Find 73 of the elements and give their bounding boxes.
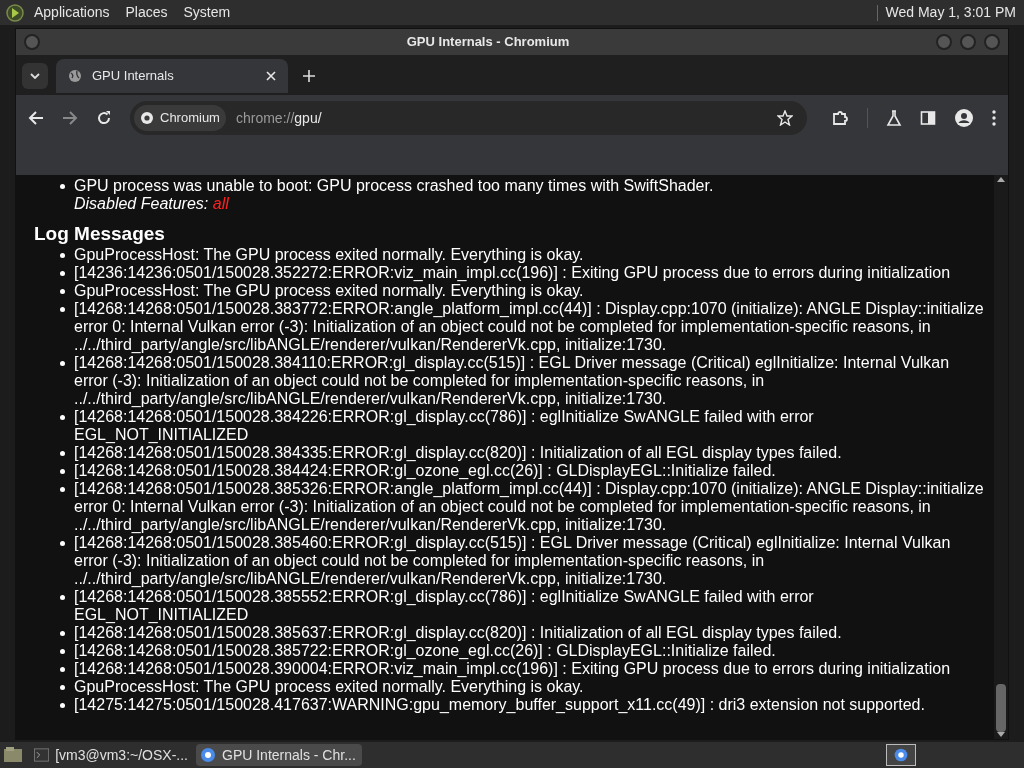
log-message: [14268:14268:0501/150028.385460:ERROR:gl_display.cc(515)] : EGL Driver message (Critical) eglInitialize: Internal Vulkan error (-3): Initialization of an object could not be completed for implementation-specific reasons, in ../../third_party/angle/src/libANGLE/renderer/vulkan/RendererVk.cpp, initialize:1730. <box>74 534 951 587</box>
log-message: [14268:14268:0501/150028.385637:ERROR:gl_display.cc(820)] : Initialization of all EGL display types failed. <box>74 624 842 641</box>
bullet-icon <box>60 703 65 708</box>
tab[interactable]: GPU Internals <box>56 59 288 93</box>
log-message: [14236:14236:0501/150028.352272:ERROR:viz_main_impl.cc(196)] : Exiting GPU process due to errors during initialization <box>74 264 951 281</box>
log-message: [14268:14268:0501/150028.383772:ERROR:angle_platform_impl.cc(44)] : Display.cpp:1070 (initialize): ANGLE Display::initialize error 0: Internal Vulkan error (-3): Initialization of an object could not be completed for implementation-specific reasons, in ../../third_party/angle/src/libANGLE/renderer/vulkan/RendererVk.cpp, initialize:1730. <box>74 300 984 353</box>
close-icon[interactable] <box>266 71 276 81</box>
globe-icon <box>68 69 82 83</box>
taskbar-label: [vm3@vm3:~/OSX-... <box>55 745 188 765</box>
url-text: chrome://gpu/ <box>235 108 322 128</box>
chromium-logo-icon <box>140 111 154 125</box>
side-panel-icon[interactable] <box>920 110 936 126</box>
log-message: [14268:14268:0501/150028.384226:ERROR:gl_display.cc(786)] : eglInitialize SwANGLE failed with error EGL_NOT_INITIALIZED <box>74 408 814 443</box>
log-message: [14268:14268:0501/150028.384110:ERROR:gl_display.cc(515)] : EGL Driver message (Critical) eglInitialize: Internal Vulkan error (-3): Initialization of an object could not be completed for implementation-specific reasons, in ../../third_party/angle/src/libANGLE/renderer/vulkan/RendererVk.cpp, initialize:1730. <box>74 354 950 407</box>
flask-icon[interactable] <box>886 110 902 126</box>
forward-icon[interactable] <box>62 110 78 126</box>
log-message: GpuProcessHost: The GPU process exited normally. Everything is okay. <box>74 678 584 695</box>
menu-icon[interactable] <box>992 110 996 126</box>
taskbar-button[interactable]: [vm3@vm3:~/OSX-... <box>30 744 192 766</box>
browser-icon <box>200 747 216 763</box>
bullet-icon <box>60 415 65 420</box>
bullet-icon <box>60 289 65 294</box>
bullet-icon <box>60 184 65 189</box>
profile-icon[interactable] <box>954 108 974 128</box>
tab-label: GPU Internals <box>92 67 175 86</box>
log-message: [14268:14268:0501/150028.385552:ERROR:gl_display.cc(786)] : eglInitialize SwANGLE failed with error EGL_NOT_INITIALIZED <box>74 588 814 623</box>
log-message: [14275:14275:0501/150028.417637:WARNING:gpu_memory_buffer_support_x11.cc(49)] : dri3 extension not supported. <box>74 696 925 713</box>
bullet-icon <box>60 487 65 492</box>
back-icon[interactable] <box>28 110 44 126</box>
log-message: [14268:14268:0501/150028.385722:ERROR:gl_ozone_egl.cc(26)] : GLDisplayEGL::Initialize failed. <box>74 642 776 659</box>
clock[interactable]: Wed May 1, 3:01 PM <box>885 2 1016 23</box>
browser-tray-icon[interactable] <box>886 744 916 766</box>
bullet-icon <box>60 253 65 258</box>
bullet-icon <box>60 361 65 366</box>
address-bar[interactable]: Chromium chrome://gpu/ <box>130 101 807 135</box>
reload-icon[interactable] <box>96 110 112 126</box>
desktop-icon[interactable] <box>2 745 24 765</box>
disabled-features-text: Disabled Features: all <box>74 195 229 212</box>
star-icon[interactable] <box>777 110 793 126</box>
taskbar-button[interactable]: GPU Internals - Chr... <box>196 744 362 766</box>
bullet-icon <box>60 271 65 276</box>
menu-item[interactable]: Applications <box>34 2 110 23</box>
plus-icon <box>303 70 315 82</box>
menu-item[interactable]: System <box>183 2 231 23</box>
puzzle-icon[interactable] <box>831 109 849 127</box>
scrollbar[interactable] <box>994 175 1008 739</box>
tab-search-button[interactable] <box>22 63 48 89</box>
log-message: [14268:14268:0501/150028.390004:ERROR:viz_main_impl.cc(196)] : Exiting GPU process due to errors during initialization <box>74 660 951 677</box>
bullet-icon <box>60 451 65 456</box>
log-message: [14268:14268:0501/150028.384335:ERROR:gl_display.cc(820)] : Initialization of all EGL display types failed. <box>74 444 842 461</box>
scroll-up-icon[interactable] <box>997 177 1005 182</box>
bullet-icon <box>60 685 65 690</box>
bullet-icon <box>60 307 65 312</box>
log-message: GpuProcessHost: The GPU process exited normally. Everything is okay. <box>74 246 584 263</box>
bullet-icon <box>60 595 65 600</box>
chevron-down-icon <box>30 73 40 79</box>
problem-text: GPU process was unable to boot: GPU process crashed too many times with SwiftShader. <box>74 177 714 194</box>
log-message: [14268:14268:0501/150028.384424:ERROR:gl_ozone_egl.cc(26)] : GLDisplayEGL::Initialize failed. <box>74 462 776 479</box>
bullet-icon <box>60 667 65 672</box>
bullet-icon <box>60 541 65 546</box>
bullet-icon <box>60 469 65 474</box>
menu-item[interactable]: Places <box>125 2 168 23</box>
logo-icon[interactable] <box>4 2 26 23</box>
bullet-icon <box>60 649 65 654</box>
window-title: GPU Internals - Chromium <box>406 34 570 50</box>
section-heading: Log Messages <box>34 223 166 245</box>
site-chip[interactable]: Chromium <box>134 105 226 131</box>
log-message: [14268:14268:0501/150028.385326:ERROR:angle_platform_impl.cc(44)] : Display.cpp:1070 (initialize): ANGLE Display::initialize error 0: Internal Vulkan error (-3): Initialization of an object could not be completed for implementation-specific reasons, in ../../third_party/angle/src/libANGLE/renderer/vulkan/RendererVk.cpp, initialize:1730. <box>74 480 984 533</box>
log-message: GpuProcessHost: The GPU process exited normally. Everything is okay. <box>74 282 584 299</box>
taskbar-label: GPU Internals - Chr... <box>222 745 356 765</box>
scrollbar-thumb[interactable] <box>996 684 1006 732</box>
terminal-icon <box>34 748 50 762</box>
bullet-icon <box>60 631 65 636</box>
